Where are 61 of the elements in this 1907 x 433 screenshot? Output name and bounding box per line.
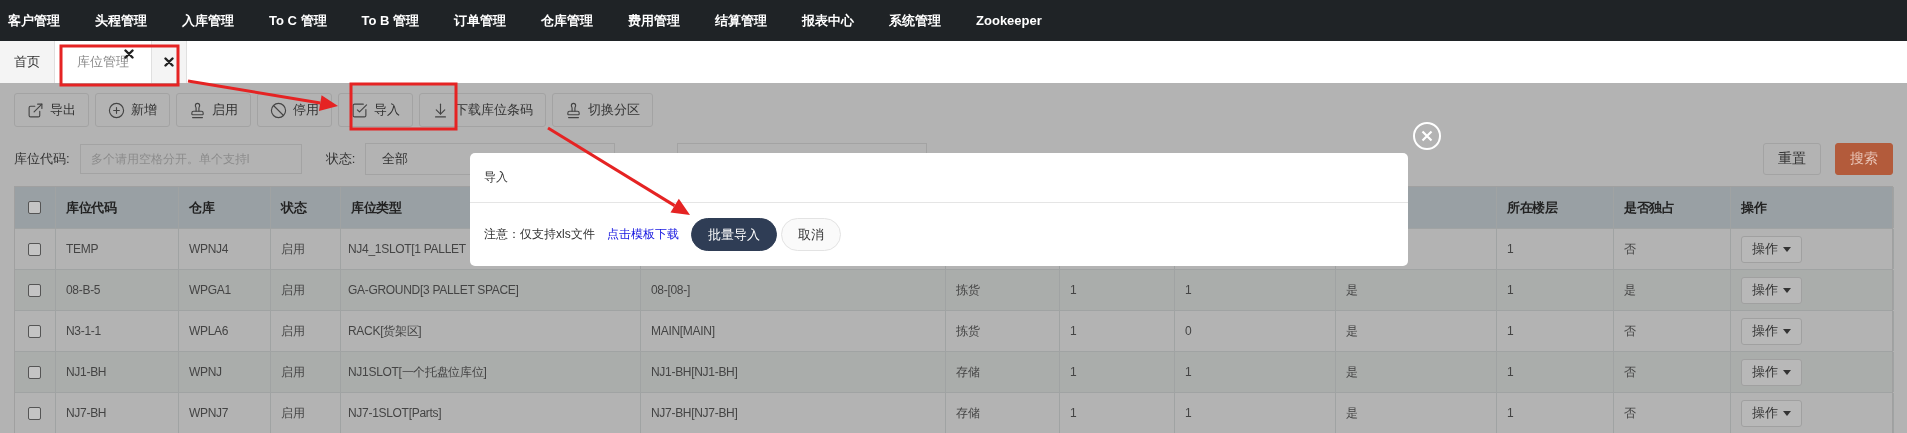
table-cell: 启用 [281,240,305,258]
table-cell: TEMP [66,242,99,256]
table-cell: 08-B-5 [66,283,101,297]
column-header: 库位类型 [351,198,402,217]
import-note: 注意：仅支持xls文件 [484,226,595,243]
column-header: 库位代码 [66,198,117,217]
table-cell: NJ7-BH [66,406,107,420]
table-cell: NJ4_1SLOT[1 PALLET [348,242,466,256]
column-header: 是否独占 [1624,198,1675,217]
table-cell: 1 [1507,324,1514,338]
table-cell: 启用 [281,363,305,381]
table-cell: 否 [1624,404,1636,422]
table-cell: 拣货 [956,281,980,299]
table-cell: N3-1-1 [66,324,101,338]
table-cell: 1 [1185,406,1192,420]
column-header: 所在楼层 [1507,198,1558,217]
column-header: 仓库 [189,198,215,217]
table-cell: WPGA1 [189,283,231,297]
table-cell: 启用 [281,281,305,299]
table-cell: 否 [1624,240,1636,258]
table-cell: MAIN[MAIN] [651,324,715,338]
table-cell: NJ7-1SLOT[Parts] [348,406,442,420]
column-header: 操作 [1741,198,1767,217]
table-cell: 1 [1185,283,1192,297]
table-cell: 1 [1507,365,1514,379]
field-label: 状态: [325,150,356,168]
table-cell: 0 [1185,324,1192,338]
column-header: 状态 [281,198,307,217]
table-cell: 是 [1346,281,1358,299]
table-cell: 是 [1346,322,1358,340]
table-cell: GA-GROUND[3 PALLET SPACE] [348,283,519,297]
table-cell: WPLA6 [189,324,229,338]
table-cell: WPNJ7 [189,406,229,420]
table-cell: WPNJ [189,365,222,379]
table-cell: 1 [1185,365,1192,379]
table-cell: 1 [1507,283,1514,297]
table-cell: 否 [1624,363,1636,381]
table-cell: 启用 [281,404,305,422]
table-cell: 1 [1070,365,1077,379]
table-cell: 08-[08-] [651,283,690,297]
table-cell: 是 [1346,363,1358,381]
table-cell: 拣货 [956,322,980,340]
table-cell: 1 [1507,242,1514,256]
table-cell: 是 [1346,404,1358,422]
table-cell: 1 [1507,406,1514,420]
table-cell: 否 [1624,322,1636,340]
table-cell: 1 [1070,406,1077,420]
dialog-title: 导入 [484,169,508,186]
table-cell: 启用 [281,322,305,340]
table-cell: NJ1-BH[NJ1-BH] [651,365,738,379]
table-cell: NJ1-BH [66,365,107,379]
table-cell: WPNJ4 [189,242,229,256]
table-cell: 存储 [956,404,980,422]
table-cell: 1 [1070,324,1077,338]
field-label: 库位代码: [14,150,70,168]
table-cell: RACK[货架区] [348,322,422,340]
table-cell: NJ1SLOT[一个托盘位库位] [348,363,487,381]
table-cell: NJ7-BH[NJ7-BH] [651,406,738,420]
table-cell: 1 [1070,283,1077,297]
table-cell: 是 [1624,281,1636,299]
table-cell: 存储 [956,363,980,381]
